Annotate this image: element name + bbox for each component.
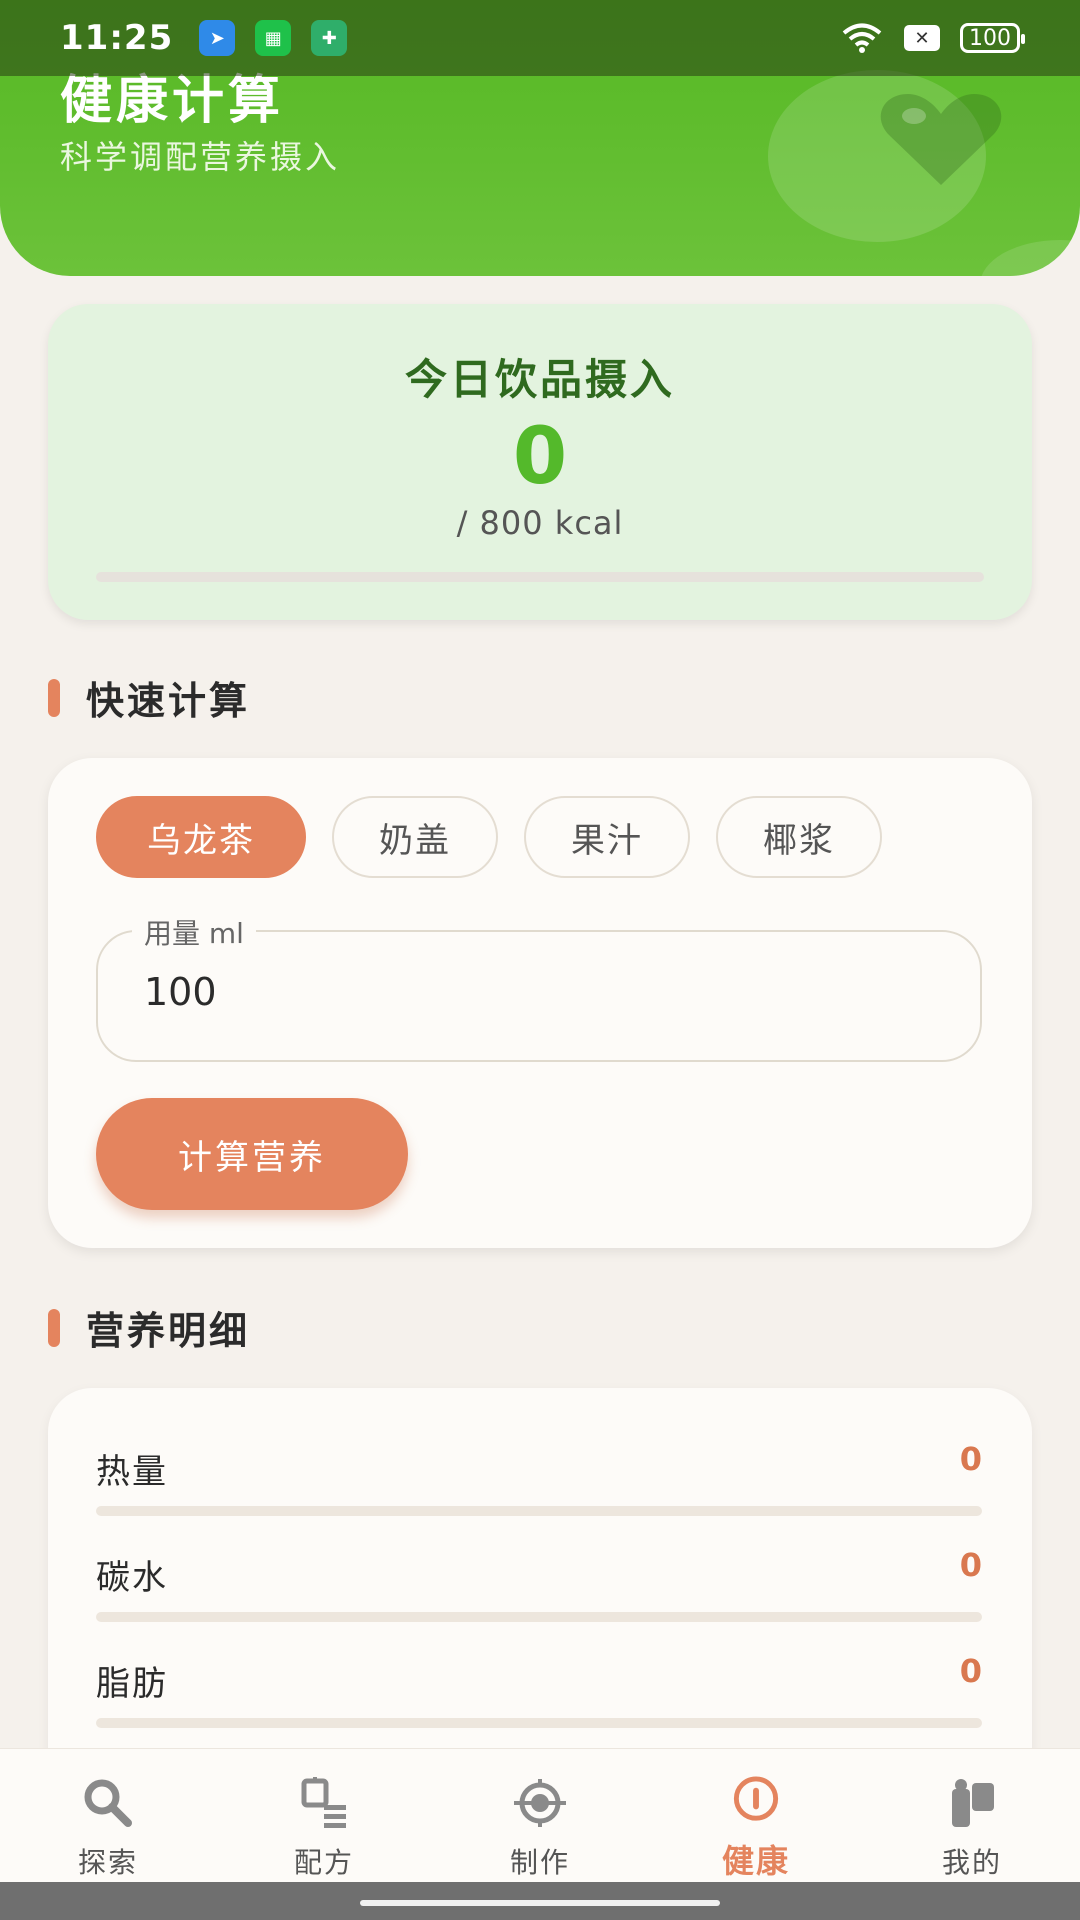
nutrition-progress-bar [96, 1612, 982, 1622]
profile-icon [952, 1779, 994, 1827]
nav-item-profile[interactable]: 我的 [864, 1749, 1080, 1882]
chip-juice[interactable]: 果汁 [524, 796, 690, 878]
nutrition-label: 热量 [96, 1452, 168, 1492]
section-title: 营养明细 [86, 1309, 251, 1353]
nav-item-explore[interactable]: 探索 [0, 1749, 216, 1882]
nav-label: 探索 [77, 1846, 138, 1879]
health-icon [733, 1776, 779, 1821]
app-notification-icon: ➤ [199, 20, 236, 56]
nutrition-progress-bar [96, 1718, 982, 1728]
nav-label: 我的 [941, 1846, 1002, 1879]
bottom-navigation: 探索 配方 制作 健康 我的 [0, 1748, 1080, 1882]
gesture-bar [0, 1882, 1080, 1920]
nav-label: 配方 [293, 1846, 354, 1879]
section-heading-quick-calc: 快速计算 [48, 670, 250, 725]
app-notification-icon: ✚ [311, 20, 348, 56]
calculate-nutrition-button[interactable]: 计算营养 [96, 1098, 408, 1210]
quick-calc-card: 乌龙茶 奶盖 果汁 椰浆 用量 ml 计算营养 [48, 758, 1032, 1248]
nav-item-recipe[interactable]: 配方 [216, 1749, 432, 1882]
nutrition-value: 0 [959, 1652, 982, 1690]
heart-icon [880, 94, 1002, 185]
page-subtitle: 科学调配营养摄入 [60, 138, 341, 176]
intake-title: 今日饮品摄入 [404, 355, 675, 404]
sim-off-icon: ✕ [904, 25, 940, 51]
status-bar: 11:25 ➤ ▦ ✚ ✕ 100 [0, 0, 1080, 76]
nutrition-detail-card: 热量 0 碳水 0 脂肪 0 [48, 1388, 1032, 1808]
nutrition-value: 0 [959, 1546, 982, 1584]
nutrition-label: 碳水 [96, 1558, 168, 1598]
section-title: 快速计算 [86, 679, 251, 723]
nav-item-make[interactable]: 制作 [432, 1749, 648, 1882]
amount-label: 用量 ml [132, 912, 256, 952]
chip-coconut-milk[interactable]: 椰浆 [716, 796, 882, 878]
status-time: 11:25 [60, 18, 174, 58]
battery-indicator: 100 [960, 23, 1025, 53]
wifi-icon [842, 23, 882, 53]
intake-progress-bar [96, 572, 984, 582]
search-icon [84, 1779, 132, 1827]
chip-oolong-tea[interactable]: 乌龙茶 [96, 796, 306, 878]
section-heading-nutrition: 营养明细 [48, 1300, 250, 1355]
intake-target: / 800 kcal [456, 504, 624, 542]
nav-label: 制作 [509, 1846, 570, 1879]
amount-field: 用量 ml [96, 912, 982, 1062]
section-marker [48, 678, 60, 717]
nutrition-value: 0 [959, 1440, 982, 1478]
intake-summary-card: 今日饮品摄入 0 / 800 kcal [48, 304, 1032, 620]
nutrition-progress-bar [96, 1506, 982, 1516]
chip-milk-cap[interactable]: 奶盖 [332, 796, 498, 878]
amount-input[interactable] [144, 970, 924, 1014]
nav-label: 健康 [721, 1842, 790, 1880]
home-indicator[interactable] [360, 1900, 720, 1906]
make-icon [514, 1779, 566, 1827]
status-app-icons: ➤ ▦ ✚ [199, 20, 348, 56]
recipe-icon [301, 1777, 346, 1828]
drink-type-chips: 乌龙茶 奶盖 果汁 椰浆 [96, 796, 882, 878]
battery-level: 100 [969, 25, 1011, 51]
nav-item-health[interactable]: 健康 [648, 1749, 864, 1882]
intake-value: 0 [512, 412, 568, 502]
nutrition-label: 脂肪 [96, 1664, 168, 1704]
decorative-bubble [980, 240, 1080, 276]
app-notification-icon: ▦ [255, 20, 292, 56]
section-marker [48, 1308, 60, 1347]
